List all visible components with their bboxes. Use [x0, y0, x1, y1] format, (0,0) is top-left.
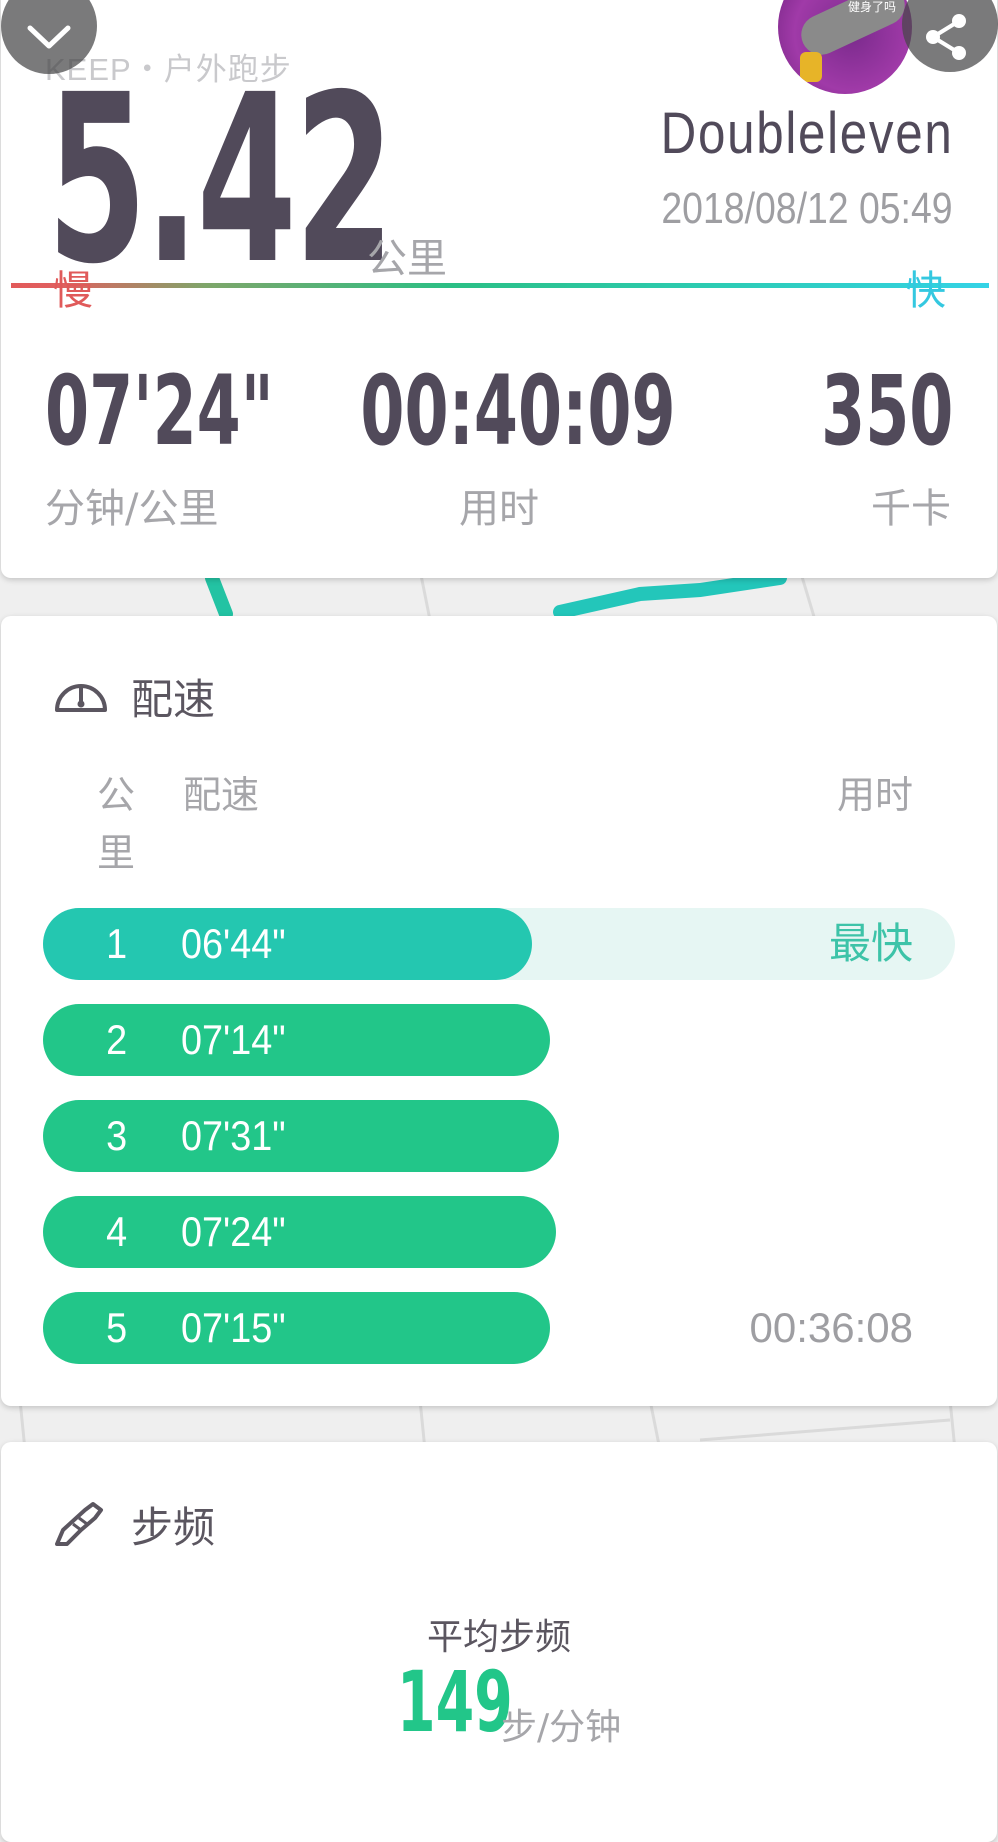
distance-value: 5.42 [47, 45, 394, 315]
column-time: 用时 [836, 773, 913, 817]
km-pace: 07'31" [181, 1112, 286, 1159]
speedometer-icon [55, 683, 107, 712]
km-number: 3 [106, 1112, 128, 1159]
chevron-down-icon [27, 25, 71, 49]
duration-label: 用时 [459, 486, 539, 532]
pace-section-title: 配速 [131, 675, 216, 724]
pace-row: 1 06'44" 最快 [43, 908, 955, 980]
avg-pace-value: 07'24" [45, 355, 274, 467]
route-line-1 [205, 571, 233, 621]
fast-label: 快 [906, 268, 946, 314]
column-km: 公里 [97, 773, 136, 875]
km-number: 2 [106, 1016, 128, 1063]
pace-row: 5 07'15" 00:36:08 [43, 1292, 955, 1364]
avg-cadence-value: 149 [397, 1653, 513, 1751]
calories-label: 千卡 [871, 486, 951, 532]
total-time: 00:36:08 [749, 1304, 914, 1351]
username: Doubleleven [660, 101, 953, 166]
km-pace: 07'24" [181, 1208, 286, 1255]
duration-value: 00:40:09 [360, 355, 676, 467]
column-pace: 配速 [183, 773, 260, 817]
avatar-text: 健身了吗 [848, 0, 897, 14]
cadence-section-header: 步频 [51, 1494, 215, 1555]
pace-card: 配速 公里 配速 用时 1 06'44" 最快 2 07'14" 3 07'31… [1, 616, 997, 1406]
pace-section-header: 配速 [51, 666, 215, 727]
km-number: 5 [106, 1304, 128, 1351]
km-number: 1 [106, 920, 128, 967]
avg-pace-label: 分钟/公里 [45, 486, 219, 532]
calories-value: 350 [820, 355, 953, 467]
share-icon [926, 14, 966, 60]
pace-row: 3 07'31" [43, 1100, 955, 1172]
speed-gradient-bar [11, 283, 989, 288]
route-line-2 [553, 571, 787, 619]
distance-unit: 公里 [367, 236, 447, 282]
pace-row: 4 07'24" [43, 1196, 955, 1268]
km-number: 4 [106, 1208, 128, 1255]
shoe-icon [55, 1501, 103, 1546]
cadence-unit: 步/分钟 [501, 1707, 622, 1748]
avatar-art-detail [800, 52, 822, 82]
pace-row: 2 07'14" [43, 1004, 955, 1076]
fastest-badge: 最快 [828, 920, 913, 967]
run-datetime: 2018/08/12 05:49 [661, 184, 953, 233]
slow-label: 慢 [53, 268, 93, 314]
cadence-section-title: 步频 [131, 1503, 216, 1552]
km-pace: 06'44" [181, 920, 286, 967]
km-pace: 07'15" [181, 1304, 286, 1351]
cadence-card: 步频 平均步频 149 步/分钟 [1, 1442, 997, 1842]
km-pace: 07'14" [181, 1016, 286, 1063]
